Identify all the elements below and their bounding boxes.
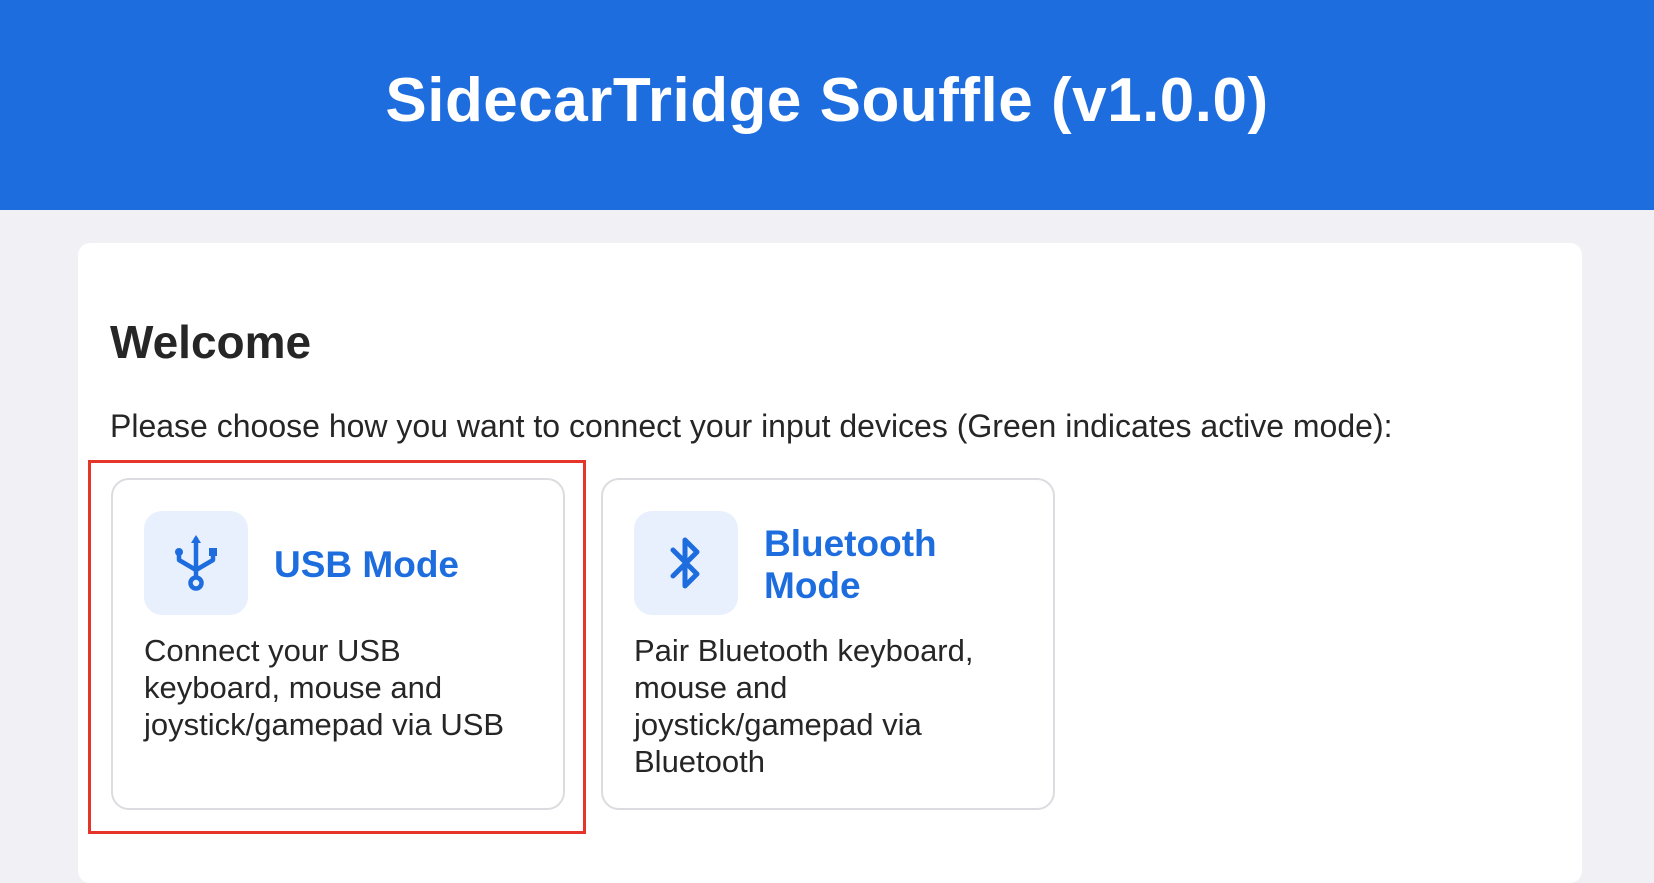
welcome-panel: Welcome Please choose how you want to co…	[78, 243, 1582, 883]
app-title: SidecarTridge Souffle (v1.0.0)	[385, 65, 1269, 135]
usb-icon	[175, 535, 217, 591]
instructions-text: Please choose how you want to connect yo…	[110, 408, 1393, 444]
app-header: SidecarTridge Souffle (v1.0.0)	[0, 0, 1654, 210]
usb-icon-container	[144, 511, 248, 615]
usb-mode-description: Connect your USB keyboard, mouse and joy…	[144, 633, 505, 742]
bluetooth-mode-card[interactable]: Bluetooth Mode Pair Bluetooth keyboard, …	[601, 478, 1055, 810]
bluetooth-mode-title: Bluetooth Mode	[764, 523, 937, 606]
usb-mode-title: USB Mode	[274, 544, 459, 585]
bluetooth-mode-description: Pair Bluetooth keyboard, mouse and joyst…	[634, 633, 974, 779]
welcome-heading: Welcome	[110, 316, 312, 368]
bluetooth-icon	[670, 537, 700, 589]
usb-mode-card[interactable]: USB Mode Connect your USB keyboard, mous…	[111, 478, 565, 810]
bluetooth-icon-container	[634, 511, 738, 615]
